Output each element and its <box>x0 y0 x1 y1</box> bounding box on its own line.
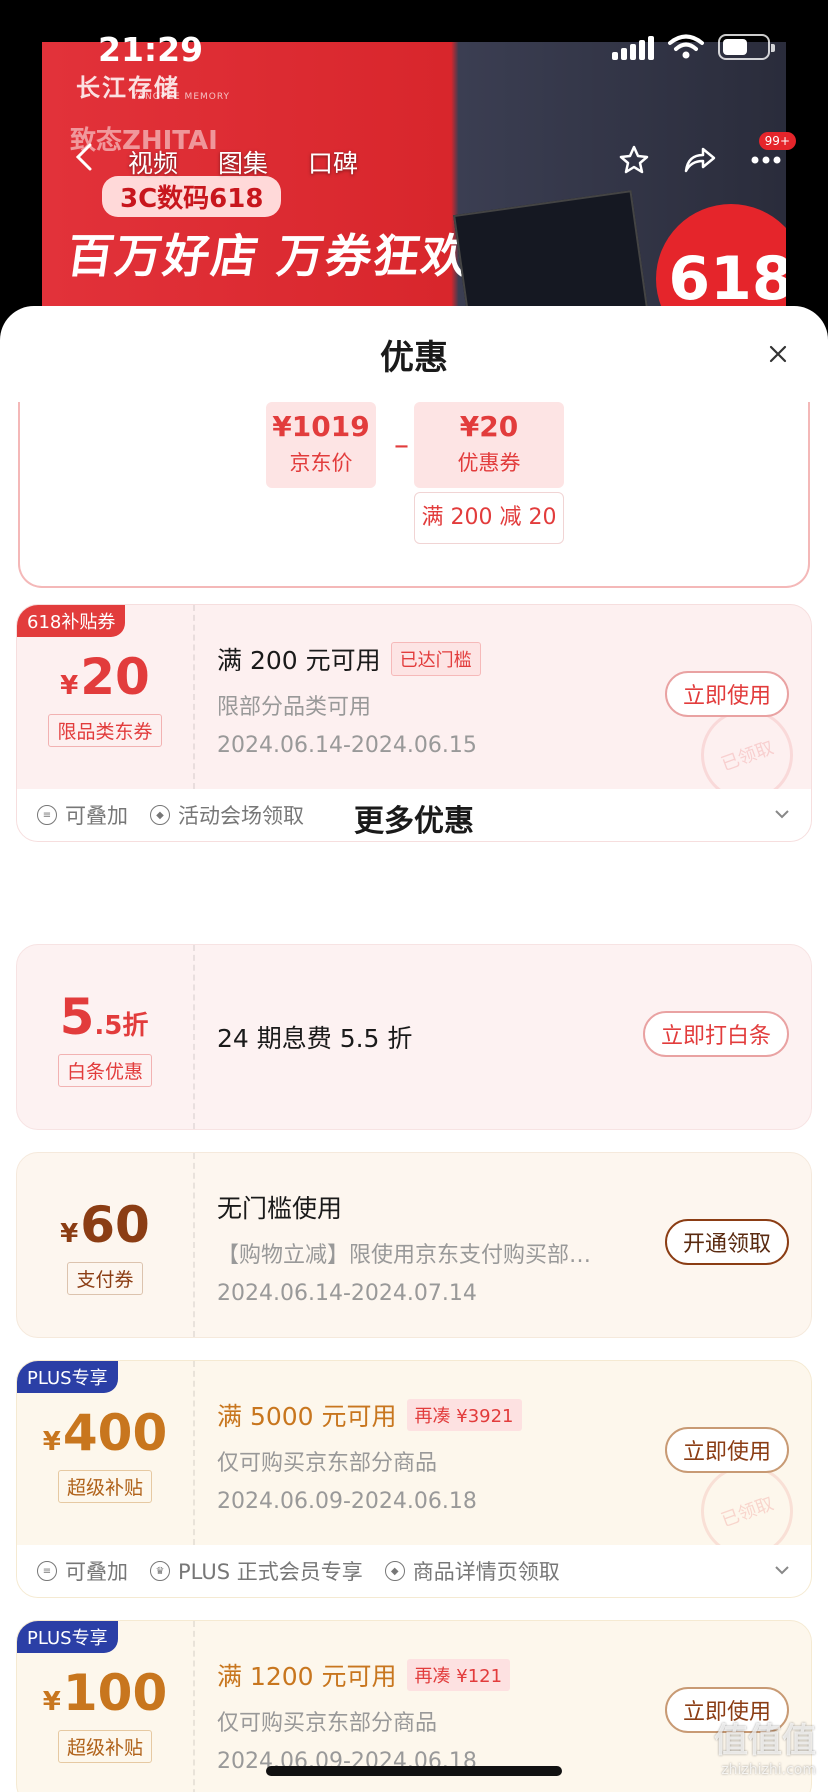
coupon-info: 24 期息费 5.5 折 立即打白条 <box>195 945 811 1129</box>
tab-reviews[interactable]: 口碑 <box>308 144 358 180</box>
tab-video[interactable]: 视频 <box>128 144 178 180</box>
battery-icon <box>718 34 775 60</box>
minus-sign: – <box>394 428 409 463</box>
coupon-main: 618补贴券 ¥ 20 限品类东券 满 200 元可用 已达门槛 限部分品类可用… <box>17 605 811 814</box>
coupon-amount: ¥ 100 <box>43 1664 167 1722</box>
cellular-signal-icon <box>612 34 654 60</box>
coupon-currency: ¥ <box>60 670 79 701</box>
plus-member-label: ♛ PLUS 正式会员专享 <box>150 1556 363 1586</box>
coupon-discount-label: 优惠券 <box>457 451 521 475</box>
plus-exclusive-tag: PLUS专享 <box>17 1621 118 1653</box>
plus-coupon-card-400: PLUS专享 ¥ 400 超级补贴 满 5000 元可用 再凑 ¥3921 仅可… <box>16 1360 812 1598</box>
coupon-amount-number: 400 <box>62 1403 168 1462</box>
use-baitiao-button[interactable]: 立即打白条 <box>642 1011 789 1057</box>
jd-price-box: ¥1019 京东价 <box>266 402 376 488</box>
jd-price-value: ¥1019 <box>272 410 370 443</box>
coupon-desc: 【购物立减】限使用京东支付购买部… <box>217 1243 592 1268</box>
source-text: 商品详情页领取 <box>412 1560 560 1584</box>
stackable-text: 可叠加 <box>65 1560 128 1584</box>
coupon-main: PLUS专享 ¥ 400 超级补贴 满 5000 元可用 再凑 ¥3921 仅可… <box>17 1361 811 1570</box>
coupon-discount-value: ¥20 <box>459 410 519 443</box>
coupon-info: 满 200 元可用 已达门槛 限部分品类可用 2024.06.14-2024.0… <box>195 605 811 814</box>
watermark-logo: 值值值 <box>714 1721 816 1761</box>
amount-needed-badge: 再凑 ¥3921 <box>406 1399 522 1431</box>
banner-headline: 百万好店 万券狂欢 <box>63 229 474 283</box>
coupon-type-tag: 超级补贴 <box>57 1469 152 1503</box>
discount-number: 5 <box>59 987 95 1046</box>
stackable-label: ≡ 可叠加 <box>37 1556 128 1586</box>
sheet-title: 优惠 <box>380 337 448 378</box>
threshold-met-badge: 已达门槛 <box>390 642 481 676</box>
plus-exclusive-tag: PLUS专享 <box>17 1361 118 1393</box>
watermark: 值值值 zhizhizhi.com <box>714 1713 816 1778</box>
nav-actions: 99+ <box>616 132 796 178</box>
coupon-title-text: 满 1200 元可用 <box>217 1662 397 1691</box>
share-icon[interactable] <box>682 142 718 178</box>
coupon-main: 5 .5折 白条优惠 24 期息费 5.5 折 立即打白条 <box>17 945 811 1129</box>
coupon-amount: ¥ 20 <box>60 648 150 706</box>
tab-images[interactable]: 图集 <box>218 144 268 180</box>
coupon-type-tag: 超级补贴 <box>57 1729 152 1763</box>
coupon-title-text: 满 5000 元可用 <box>217 1402 397 1431</box>
coupon-amount-number: 20 <box>80 647 150 706</box>
price-breakdown-card: ¥1019 京东价 – ¥20 优惠券 满 200 减 20 <box>18 402 810 588</box>
coupon-amount-number: 100 <box>62 1663 168 1722</box>
payment-coupon-card: ¥ 60 支付券 无门槛使用 【购物立减】限使用京东支付购买部… 2024.06… <box>16 1152 812 1338</box>
status-icons <box>612 34 775 60</box>
coupon-type-tag: 限品类东券 <box>48 713 162 747</box>
plus-member-text: PLUS 正式会员专享 <box>178 1560 363 1584</box>
banner-pill: 3C数码618 <box>102 176 282 217</box>
use-now-button[interactable]: 立即使用 <box>664 1427 789 1473</box>
message-count-badge: 99+ <box>758 132 796 150</box>
coupon-amount: 5 .5折 <box>60 988 151 1046</box>
use-now-button[interactable]: 立即使用 <box>664 671 789 717</box>
coupon-title-text: 满 200 元可用 <box>217 646 381 675</box>
coupon-footer[interactable]: ≡ 可叠加 ♛ PLUS 正式会员专享 ◆ 商品详情页领取 <box>17 1545 811 1597</box>
discount-sheet: 优惠 ¥1019 京东价 – ¥20 优惠券 满 200 减 20 618补贴券… <box>0 306 828 1792</box>
gallery-tabs: 视频 图集 口碑 <box>128 144 358 180</box>
product-banner-image: 长江存储 YANGTZE MEMORY 致态ZHITAI 3C数码618 百万好… <box>42 42 786 342</box>
chevron-down-icon[interactable] <box>773 1561 791 1579</box>
status-time: 21:29 <box>98 30 204 69</box>
more-offers-title: 更多优惠 <box>354 804 474 839</box>
coupon-currency: ¥ <box>60 1218 79 1249</box>
coupon-amount: ¥ 60 <box>60 1196 150 1254</box>
amount-needed-badge: 再凑 ¥121 <box>406 1659 511 1691</box>
source-label: ◆ 商品详情页领取 <box>384 1556 560 1586</box>
coupon-currency: ¥ <box>42 1686 61 1717</box>
coupon-amount: ¥ 400 <box>43 1404 167 1462</box>
watermark-url: zhizhizhi.com <box>721 1762 816 1778</box>
back-arrow-icon[interactable] <box>72 142 96 172</box>
home-indicator[interactable] <box>266 1766 562 1776</box>
coupon-type-tag: 白条优惠 <box>57 1053 152 1087</box>
coupon-rule: 满 200 减 20 <box>414 492 564 544</box>
baitiao-offer-card: 5 .5折 白条优惠 24 期息费 5.5 折 立即打白条 <box>16 944 812 1130</box>
coupon-info: 满 5000 元可用 再凑 ¥3921 仅可购买京东部分商品 2024.06.0… <box>195 1361 811 1570</box>
more-menu-icon[interactable]: 99+ <box>748 132 796 178</box>
activate-claim-button[interactable]: 开通领取 <box>664 1219 789 1265</box>
wifi-icon <box>668 34 704 59</box>
coupon-type-tag: 支付券 <box>67 1261 143 1295</box>
coupon-amount-number: 60 <box>80 1195 150 1254</box>
discount-unit: .5折 <box>94 1010 149 1041</box>
brand-logo-en: YANGTZE MEMORY <box>132 92 231 102</box>
crown-icon: ♛ <box>150 1561 170 1581</box>
coupon-date: 2024.06.14-2024.07.14 <box>217 1281 477 1306</box>
coupon-discount-box: ¥20 优惠券 <box>414 402 564 488</box>
coupon-main: ¥ 60 支付券 无门槛使用 【购物立减】限使用京东支付购买部… 2024.06… <box>17 1153 811 1337</box>
jd-price-label: 京东价 <box>289 451 353 475</box>
coupon-info: 无门槛使用 【购物立减】限使用京东支付购买部… 2024.06.14-2024.… <box>195 1153 811 1337</box>
coupon-amount-area: 5 .5折 白条优惠 <box>17 945 195 1129</box>
coupon-amount-area: ¥ 60 支付券 <box>17 1153 195 1337</box>
venue-icon: ◆ <box>384 1561 405 1581</box>
stackable-icon: ≡ <box>37 1561 57 1581</box>
close-icon[interactable] <box>766 342 790 366</box>
sheet-header: 优惠 <box>0 306 828 402</box>
favorite-star-icon[interactable] <box>616 142 652 178</box>
coupon-corner-tag: 618补贴券 <box>17 605 126 637</box>
coupon-currency: ¥ <box>42 1426 61 1457</box>
